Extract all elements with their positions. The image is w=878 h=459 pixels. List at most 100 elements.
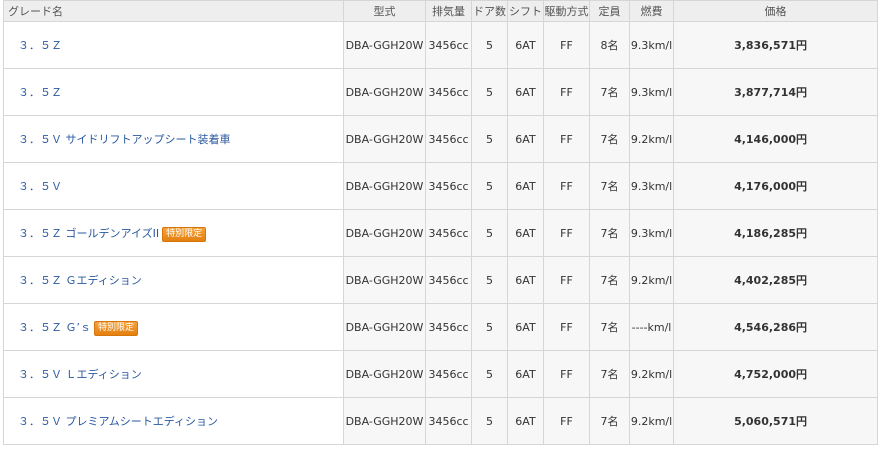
capacity-cell: 7名 <box>589 256 630 304</box>
price-cell: 5,060,571円 <box>673 397 878 445</box>
displacement-cell: 3456cc <box>425 162 472 210</box>
grade-cell: ３．５Ｖ Ｌエディション <box>3 350 344 398</box>
capacity-cell: 7名 <box>589 162 630 210</box>
capacity-cell: 8名 <box>589 21 630 69</box>
limited-edition-badge: 特別限定 <box>162 226 207 242</box>
drive-cell: FF <box>543 162 590 210</box>
grade-cell: ３．５Ｚ Ｇ’ｓ 特別限定 <box>3 303 344 351</box>
price-cell: 3,877,714円 <box>673 68 878 116</box>
price-cell: 4,186,285円 <box>673 209 878 257</box>
displacement-cell: 3456cc <box>425 209 472 257</box>
displacement-cell: 3456cc <box>425 21 472 69</box>
header-displacement: 排気量 <box>425 0 472 22</box>
shift-cell: 6AT <box>507 303 544 351</box>
fuel-cell: 9.3km/l <box>629 68 674 116</box>
capacity-cell: 7名 <box>589 397 630 445</box>
drive-cell: FF <box>543 397 590 445</box>
model-cell: DBA-GGH20W <box>343 68 426 116</box>
table-row: ３．５Ｖ DBA-GGH20W 3456cc 5 6AT FF 7名 9.3km… <box>3 162 878 210</box>
shift-cell: 6AT <box>507 68 544 116</box>
table-row: ３．５Ｚ Ｇ’ｓ 特別限定 DBA-GGH20W 3456cc 5 6AT FF … <box>3 303 878 351</box>
grade-cell: ３．５Ｚ ゴールデンアイズII 特別限定 <box>3 209 344 257</box>
header-doors: ドア数 <box>471 0 508 22</box>
capacity-cell: 7名 <box>589 115 630 163</box>
fuel-cell: 9.3km/l <box>629 209 674 257</box>
price-cell: 4,546,286円 <box>673 303 878 351</box>
fuel-cell: 9.2km/l <box>629 256 674 304</box>
doors-cell: 5 <box>471 68 508 116</box>
displacement-cell: 3456cc <box>425 350 472 398</box>
grade-link[interactable]: ３．５Ｚ ゴールデンアイズII <box>18 227 159 240</box>
table-row: ３．５Ｖ Ｌエディション DBA-GGH20W 3456cc 5 6AT FF … <box>3 350 878 398</box>
grade-link[interactable]: ３．５Ｖ <box>18 180 62 193</box>
grade-table: グレード名 型式 排気量 ドア数 シフト 駆動方式 定員 燃費 価格 ３．５Ｚ … <box>3 0 878 445</box>
capacity-cell: 7名 <box>589 209 630 257</box>
shift-cell: 6AT <box>507 21 544 69</box>
grade-link[interactable]: ３．５Ｚ Ｇ’ｓ <box>18 321 91 334</box>
grade-cell: ３．５Ｖ <box>3 162 344 210</box>
shift-cell: 6AT <box>507 115 544 163</box>
grade-cell: ３．５Ｖ プレミアムシートエディション <box>3 397 344 445</box>
model-cell: DBA-GGH20W <box>343 303 426 351</box>
table-row: ３．５Ｚ ゴールデンアイズII 特別限定 DBA-GGH20W 3456cc 5 … <box>3 209 878 257</box>
table-row: ３．５Ｚ DBA-GGH20W 3456cc 5 6AT FF 7名 9.3km… <box>3 68 878 116</box>
drive-cell: FF <box>543 350 590 398</box>
model-cell: DBA-GGH20W <box>343 162 426 210</box>
doors-cell: 5 <box>471 303 508 351</box>
table-header-row: グレード名 型式 排気量 ドア数 シフト 駆動方式 定員 燃費 価格 <box>3 0 878 22</box>
shift-cell: 6AT <box>507 162 544 210</box>
shift-cell: 6AT <box>507 209 544 257</box>
price-cell: 4,176,000円 <box>673 162 878 210</box>
price-cell: 4,752,000円 <box>673 350 878 398</box>
fuel-cell: 9.2km/l <box>629 350 674 398</box>
drive-cell: FF <box>543 68 590 116</box>
limited-edition-badge: 特別限定 <box>94 320 139 336</box>
grade-cell: ３．５Ｚ <box>3 68 344 116</box>
header-price: 価格 <box>673 0 878 22</box>
fuel-cell: 9.2km/l <box>629 397 674 445</box>
table-row: ３．５Ｖ サイドリフトアップシート装着車 DBA-GGH20W 3456cc 5… <box>3 115 878 163</box>
displacement-cell: 3456cc <box>425 115 472 163</box>
capacity-cell: 7名 <box>589 68 630 116</box>
model-cell: DBA-GGH20W <box>343 350 426 398</box>
model-cell: DBA-GGH20W <box>343 115 426 163</box>
header-grade: グレード名 <box>3 0 344 22</box>
model-cell: DBA-GGH20W <box>343 21 426 69</box>
doors-cell: 5 <box>471 21 508 69</box>
header-model: 型式 <box>343 0 426 22</box>
grade-link[interactable]: ３．５Ｚ <box>18 39 62 52</box>
displacement-cell: 3456cc <box>425 303 472 351</box>
header-drive: 駆動方式 <box>543 0 590 22</box>
displacement-cell: 3456cc <box>425 397 472 445</box>
drive-cell: FF <box>543 256 590 304</box>
shift-cell: 6AT <box>507 397 544 445</box>
drive-cell: FF <box>543 303 590 351</box>
capacity-cell: 7名 <box>589 303 630 351</box>
table-row: ３．５Ｚ Ｇエディション DBA-GGH20W 3456cc 5 6AT FF … <box>3 256 878 304</box>
model-cell: DBA-GGH20W <box>343 209 426 257</box>
grade-link[interactable]: ３．５Ｖ プレミアムシートエディション <box>18 415 218 428</box>
price-cell: 4,146,000円 <box>673 115 878 163</box>
doors-cell: 5 <box>471 162 508 210</box>
grade-link[interactable]: ３．５Ｚ Ｇエディション <box>18 274 142 287</box>
doors-cell: 5 <box>471 256 508 304</box>
shift-cell: 6AT <box>507 350 544 398</box>
table-row: ３．５Ｚ DBA-GGH20W 3456cc 5 6AT FF 8名 9.3km… <box>3 21 878 69</box>
grade-link[interactable]: ３．５Ｖ サイドリフトアップシート装着車 <box>18 133 231 146</box>
doors-cell: 5 <box>471 397 508 445</box>
drive-cell: FF <box>543 21 590 69</box>
grade-link[interactable]: ３．５Ｚ <box>18 86 62 99</box>
drive-cell: FF <box>543 209 590 257</box>
table-row: ３．５Ｖ プレミアムシートエディション DBA-GGH20W 3456cc 5 … <box>3 397 878 445</box>
doors-cell: 5 <box>471 350 508 398</box>
model-cell: DBA-GGH20W <box>343 256 426 304</box>
grade-link[interactable]: ３．５Ｖ Ｌエディション <box>18 368 142 381</box>
header-capacity: 定員 <box>589 0 630 22</box>
fuel-cell: ----km/l <box>629 303 674 351</box>
grade-cell: ３．５Ｖ サイドリフトアップシート装着車 <box>3 115 344 163</box>
grade-cell: ３．５Ｚ Ｇエディション <box>3 256 344 304</box>
doors-cell: 5 <box>471 115 508 163</box>
capacity-cell: 7名 <box>589 350 630 398</box>
displacement-cell: 3456cc <box>425 256 472 304</box>
fuel-cell: 9.3km/l <box>629 162 674 210</box>
